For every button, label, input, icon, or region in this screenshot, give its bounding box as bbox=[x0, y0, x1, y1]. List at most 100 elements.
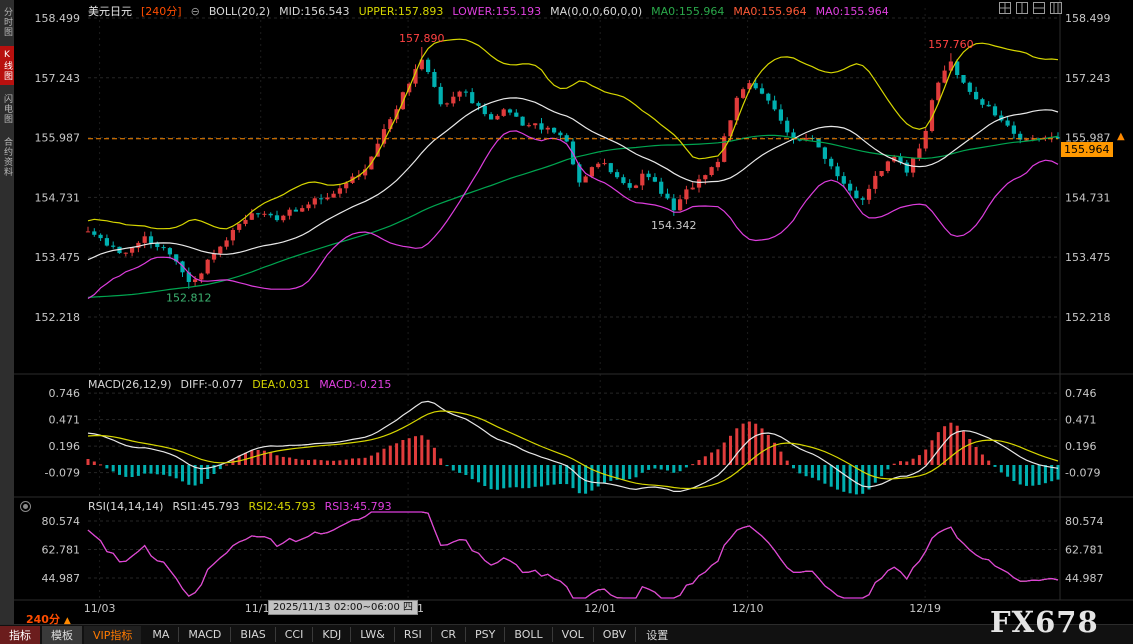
tab-vip-indicators[interactable]: VIP指标 bbox=[84, 626, 141, 644]
toolbar-indicator-psy[interactable]: PSY bbox=[466, 627, 505, 642]
rsi2-line bbox=[88, 512, 1058, 598]
price-axis-label-left-5: 152.218 bbox=[35, 311, 81, 324]
macd-macd-value: MACD:-0.215 bbox=[319, 378, 391, 391]
toolbar-indicator-cci[interactable]: CCI bbox=[276, 627, 314, 642]
sidebar-item-flash-chart[interactable]: 闪电图 bbox=[0, 90, 14, 128]
main-chart-legend: 美元日元 [240分] ⊖ BOLL(20,2) MID:156.543 UPPER:15… bbox=[88, 3, 889, 19]
macd-diff-value: DIFF:-0.077 bbox=[181, 378, 244, 391]
price-axis-label-right-5: 152.218 bbox=[1065, 311, 1111, 324]
price-annotation-2: 154.342 bbox=[651, 219, 697, 232]
toolbar-indicator-kdj[interactable]: KDJ bbox=[313, 627, 351, 642]
toolbar-indicator-bias[interactable]: BIAS bbox=[231, 627, 275, 642]
tab-indicators[interactable]: 指标 bbox=[0, 626, 40, 644]
rsi-axis-label-left-1: 62.781 bbox=[42, 544, 81, 557]
rsi-axis-label-right-0: 80.574 bbox=[1065, 515, 1104, 528]
price-axis-label-right-4: 153.475 bbox=[1065, 251, 1111, 264]
period-up-arrow-icon: ▲ bbox=[64, 616, 71, 626]
toolbar-indicator-vol[interactable]: VOL bbox=[553, 627, 594, 642]
xaxis-label-4: 12/10 bbox=[732, 602, 764, 615]
macd-dea-value: DEA:0.031 bbox=[252, 378, 310, 391]
x-axis: 11/0311/1311/2112/0112/1012/19 bbox=[0, 602, 1133, 615]
xaxis-label-5: 12/19 bbox=[909, 602, 941, 615]
price-axis-label-right-3: 154.731 bbox=[1065, 191, 1111, 204]
tab-templates[interactable]: 模板 bbox=[42, 626, 82, 644]
bottom-toolbar: 指标模板VIP指标MAMACDBIASCCIKDJLW&RSICRPSYBOLL… bbox=[0, 624, 1133, 644]
boll-upper-value: UPPER:157.893 bbox=[359, 5, 444, 18]
split-vertical-icon[interactable] bbox=[1016, 2, 1028, 14]
fx678-watermark: FX678 bbox=[990, 605, 1099, 639]
ma0-value-3: MA0:155.964 bbox=[816, 5, 889, 18]
price-axis-label-left-1: 157.243 bbox=[35, 72, 81, 85]
macd-axis-label-right-3: -0.079 bbox=[1065, 467, 1100, 480]
sidebar-item-contract-info[interactable]: 合约资料 bbox=[0, 133, 14, 181]
price-annotation-3: 152.812 bbox=[166, 292, 212, 305]
macd-panel bbox=[87, 401, 1060, 494]
minus-circle-icon[interactable]: ⊖ bbox=[191, 5, 200, 18]
layout-icons-bar bbox=[999, 2, 1062, 14]
trading-terminal: 157.890 157.760 154.342 152.812 158.499 158.4… bbox=[0, 0, 1133, 643]
timeframe-label[interactable]: [240分] bbox=[141, 3, 182, 19]
macd-legend: MACD(26,12,9) DIFF:-0.077 DEA:0.031 MACD:-0… bbox=[88, 378, 391, 391]
boll-upper-line bbox=[88, 39, 1058, 229]
grid-2x2-icon[interactable] bbox=[999, 2, 1011, 14]
xaxis-label-3: 12/01 bbox=[584, 602, 616, 615]
price-axis-label-left-2: 155.987 bbox=[35, 132, 81, 145]
rsi3-value: RSI3:45.793 bbox=[325, 500, 392, 513]
ma-legend: MA(0,0,0,60,0,0) bbox=[550, 5, 642, 18]
rsi-panel bbox=[88, 512, 1058, 598]
toolbar-indicator-obv[interactable]: OBV bbox=[594, 627, 636, 642]
grid-3col-icon[interactable] bbox=[1050, 2, 1062, 14]
price-annotation-1: 157.760 bbox=[928, 38, 974, 51]
xaxis-label-0: 11/03 bbox=[84, 602, 116, 615]
rsi1-value: RSI1:45.793 bbox=[172, 500, 239, 513]
sidebar-item-time-chart[interactable]: 分时图 bbox=[0, 3, 14, 41]
ma0-value-1: MA0:155.964 bbox=[651, 5, 724, 18]
toolbar-indicator-cr[interactable]: CR bbox=[432, 627, 466, 642]
rsi-axis-label-left-2: 44.987 bbox=[42, 572, 81, 585]
price-axis-label-right-1: 157.243 bbox=[1065, 72, 1111, 85]
macd-axis-label-right-1: 0.471 bbox=[1065, 414, 1097, 427]
candles-layer bbox=[86, 47, 1060, 289]
boll-legend: BOLL(20,2) bbox=[209, 5, 270, 18]
ma0-value-2: MA0:155.964 bbox=[733, 5, 806, 18]
toolbar-indicator-boll[interactable]: BOLL bbox=[505, 627, 552, 642]
macd-axis-label-right-2: 0.196 bbox=[1065, 440, 1097, 453]
left-sidebar: 分时图 K线图闪电图合约资料 bbox=[0, 0, 14, 643]
rsi-axis-label-right-1: 62.781 bbox=[1065, 544, 1104, 557]
macd-legend-label: MACD(26,12,9) bbox=[88, 378, 172, 391]
chart-canvas[interactable]: 157.890 157.760 154.342 152.812 158.499 158.4… bbox=[0, 0, 1133, 643]
macd-axis-label-left-1: 0.471 bbox=[49, 414, 81, 427]
period-indicator[interactable]: 240分 ▲ bbox=[26, 611, 71, 627]
period-label: 240分 bbox=[26, 613, 60, 626]
toolbar-indicator-lw[interactable]: LW& bbox=[351, 627, 395, 642]
toolbar-indicator-ma[interactable]: MA bbox=[143, 627, 179, 642]
current-price-tag: 155.964 bbox=[1061, 142, 1113, 157]
rsi3-line bbox=[88, 512, 1058, 598]
price-axis-label-left-0: 158.499 bbox=[35, 12, 81, 25]
macd-axis-label-left-0: 0.746 bbox=[49, 387, 81, 400]
rsi-legend-label: RSI(14,14,14) bbox=[88, 500, 163, 513]
symbol-label: 美元日元 bbox=[88, 3, 132, 19]
price-up-arrow-icon: ▲ bbox=[1117, 131, 1125, 142]
toolbar-indicator-macd[interactable]: MACD bbox=[179, 627, 231, 642]
toolbar-settings[interactable]: 设置 bbox=[636, 626, 678, 644]
price-axis-label-left-4: 153.475 bbox=[35, 251, 81, 264]
price-axis-label-right-0: 158.499 bbox=[1065, 12, 1111, 25]
macd-axis-label-right-0: 0.746 bbox=[1065, 387, 1097, 400]
date-tooltip: 2025/11/13 02:00~06:00 四 bbox=[268, 600, 418, 615]
toolbar-indicator-rsi[interactable]: RSI bbox=[395, 627, 432, 642]
boll-lower-value: LOWER:155.193 bbox=[452, 5, 541, 18]
macd-axis-label-left-2: 0.196 bbox=[49, 440, 81, 453]
sidebar-item-kline-chart[interactable]: K线图 bbox=[0, 46, 14, 85]
price-axis-label-left-3: 154.731 bbox=[35, 191, 81, 204]
price-annotation-0: 157.890 bbox=[399, 32, 445, 45]
rsi-legend: RSI(14,14,14) RSI1:45.793 RSI2:45.793 RSI3:… bbox=[88, 500, 392, 513]
split-horizontal-icon[interactable] bbox=[1033, 2, 1045, 14]
macd-axis-label-left-3: -0.079 bbox=[45, 467, 80, 480]
rsi1-line bbox=[88, 512, 1058, 598]
rsi2-value: RSI2:45.793 bbox=[249, 500, 316, 513]
panel-toggle-icon[interactable] bbox=[20, 501, 31, 512]
price-annotations: 157.890 157.760 154.342 152.812 bbox=[166, 32, 974, 305]
rsi-axis-label-left-0: 80.574 bbox=[42, 515, 81, 528]
boll-mid-value: MID:156.543 bbox=[279, 5, 349, 18]
